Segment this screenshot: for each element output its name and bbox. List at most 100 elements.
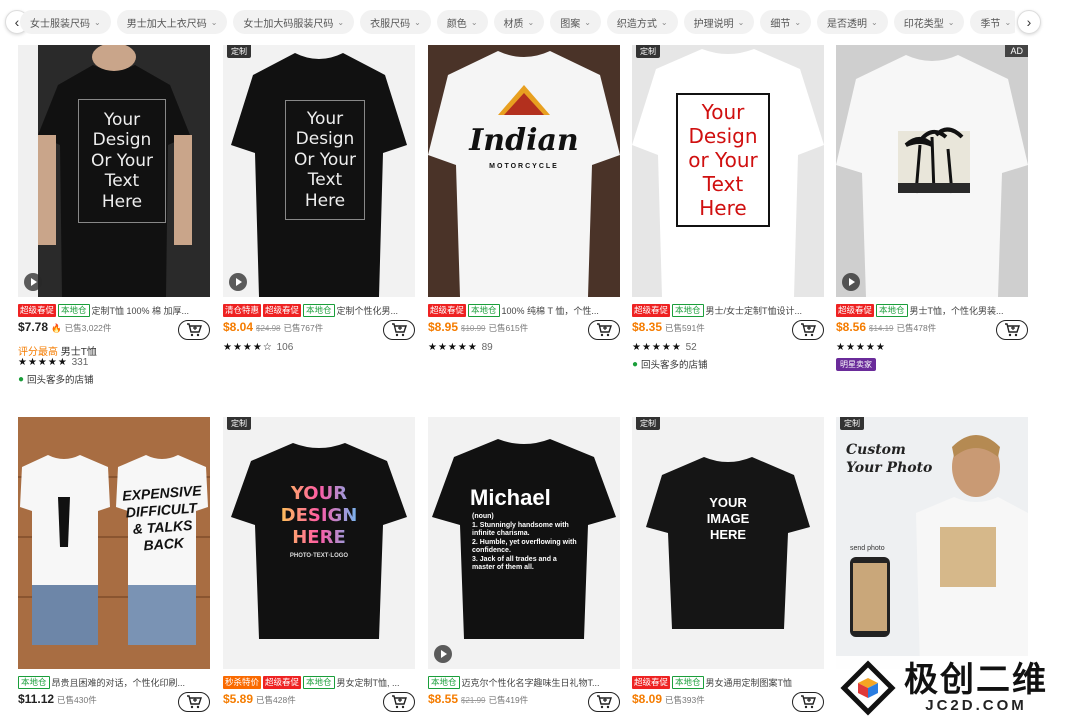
price-line: $8.55 $21.99 已售419件 bbox=[428, 692, 620, 714]
add-to-cart-button[interactable] bbox=[996, 320, 1028, 340]
filter-chip[interactable]: 织造方式 ⌄ bbox=[606, 10, 678, 34]
product-title[interactable]: 100% 纯棉 T 恤，个性... bbox=[502, 304, 599, 317]
black-tshirt-image bbox=[632, 417, 824, 669]
product-image[interactable]: 定制 Custom Your Photo send photo bbox=[836, 417, 1028, 669]
price: $7.78 bbox=[18, 320, 49, 334]
add-to-cart-button[interactable] bbox=[588, 692, 620, 712]
filter-chip[interactable]: 女士服装尺码 ⌄ bbox=[20, 10, 111, 34]
product-card[interactable]: Michael (noun) 1. Stunningly handsome wi… bbox=[428, 417, 620, 714]
chevron-down-icon: ⌄ bbox=[337, 17, 345, 27]
product-title[interactable]: 昂贵且困难的对话，个性化印刷... bbox=[52, 676, 186, 689]
product-title[interactable]: 男女定制T恤, ... bbox=[337, 676, 400, 689]
chevron-down-icon: ⌄ bbox=[414, 17, 421, 27]
chevron-down-icon: ⌄ bbox=[1004, 17, 1012, 27]
filter-chip[interactable]: 细节 ⌄ bbox=[760, 10, 812, 34]
product-title[interactable]: 男士T恤，个性化男装... bbox=[910, 304, 1004, 317]
product-image[interactable]: 定制 Your Design Or Your Text Here bbox=[223, 45, 415, 297]
tags-line: 清仓特惠 超级春促 本地仓 定制个性化男... bbox=[223, 302, 415, 318]
add-to-cart-button[interactable] bbox=[383, 692, 415, 712]
product-image[interactable]: Indian MOTORCYCLE bbox=[428, 45, 620, 297]
white-tshirt-image bbox=[428, 45, 620, 297]
product-image[interactable]: 定制 YOUR IMAGE HERE bbox=[632, 417, 824, 669]
scroll-right-arrow-icon[interactable]: › bbox=[1017, 10, 1041, 34]
product-image[interactable]: Michael (noun) 1. Stunningly handsome wi… bbox=[428, 417, 620, 669]
filter-chip-label: 衣服尺码 bbox=[370, 18, 411, 30]
add-to-cart-button[interactable] bbox=[792, 320, 824, 340]
filter-chip[interactable]: 颜色 ⌄ bbox=[436, 10, 488, 34]
filter-chip-label: 细节 bbox=[770, 18, 791, 30]
filter-chip[interactable]: 材质 ⌄ bbox=[493, 10, 545, 34]
cart-icon bbox=[801, 695, 816, 709]
stars-icon: ★★★★★ bbox=[18, 357, 68, 368]
price-line: $8.56 $14.19 已售478件 bbox=[836, 320, 1028, 342]
filter-chip-label: 女士加大码服装尺码 bbox=[243, 18, 334, 30]
store-line: ● 回头客多的店铺 bbox=[632, 357, 824, 372]
product-title[interactable]: 男士/女士定制T恤设计... bbox=[706, 304, 803, 317]
product-card[interactable]: 定制 Custom Your Photo send photo bbox=[836, 417, 1028, 669]
filter-chip-label: 季节 bbox=[980, 18, 1001, 30]
filter-chip[interactable]: 女士加大码服装尺码 ⌄ bbox=[233, 10, 355, 34]
add-to-cart-button[interactable] bbox=[792, 692, 824, 712]
price-line: $5.89 已售428件 bbox=[223, 692, 415, 714]
custom-badge: 定制 bbox=[636, 45, 660, 58]
product-card[interactable]: 定制 YOUR IMAGE HERE 超级春促 本地仓 男女通用定制图案T恤 $… bbox=[632, 417, 824, 714]
chevron-down-icon: ⌄ bbox=[527, 17, 535, 27]
chevron-down-icon: ⌄ bbox=[871, 17, 878, 27]
filter-chip[interactable]: 季节 ⌄ bbox=[970, 10, 1015, 34]
product-card[interactable]: AD 超级春促 本地仓 男士T恤，个性化男装... $8.56 $14.19 已… bbox=[836, 45, 1028, 371]
product-image[interactable]: Your Design Or Your Text Here bbox=[18, 45, 210, 297]
add-to-cart-button[interactable] bbox=[178, 692, 210, 712]
product-image[interactable]: AD bbox=[836, 45, 1028, 297]
play-video-icon[interactable] bbox=[24, 273, 42, 291]
cart-icon bbox=[187, 323, 202, 337]
filter-chip[interactable]: 衣服尺码 ⌄ bbox=[360, 10, 431, 34]
filter-chip-label: 是否透明 bbox=[827, 18, 868, 30]
play-video-icon[interactable] bbox=[229, 273, 247, 291]
filter-chip[interactable]: 图案 ⌄ bbox=[550, 10, 601, 34]
cart-icon bbox=[187, 695, 202, 709]
jc2d-logo-icon bbox=[840, 659, 896, 716]
sold-count: 已售767件 bbox=[283, 323, 324, 333]
old-price: $10.99 bbox=[461, 324, 486, 333]
product-card[interactable]: 定制 Your Design or Your Text Here 超级春促 本地… bbox=[632, 45, 824, 371]
product-image[interactable]: EXPENSIVE DIFFICULT & TALKS BACK bbox=[18, 417, 210, 669]
price-line: $7.78 🔥 已售3,022件 bbox=[18, 320, 210, 342]
play-video-icon[interactable] bbox=[434, 645, 452, 663]
add-to-cart-button[interactable] bbox=[178, 320, 210, 340]
filter-chip-label: 护理说明 bbox=[693, 18, 734, 30]
local-warehouse-tag: 本地仓 bbox=[876, 303, 908, 317]
tags-line: 本地仓 迈克尔个性化名字趣味生日礼物T... bbox=[428, 674, 620, 690]
product-card[interactable]: Indian MOTORCYCLE 超级春促 本地仓 100% 纯棉 T 恤，个… bbox=[428, 45, 620, 357]
chevron-down-icon: ⌄ bbox=[794, 17, 802, 27]
add-to-cart-button[interactable] bbox=[588, 320, 620, 340]
filter-chip-label: 女士服装尺码 bbox=[30, 18, 90, 30]
promo-tag: 超级春促 bbox=[263, 675, 302, 689]
price: $8.95 bbox=[428, 320, 459, 334]
promo-tag: 超级春促 bbox=[18, 303, 57, 317]
tags-line: 本地仓 昂贵且困难的对话，个性化印刷... bbox=[18, 674, 210, 690]
product-title[interactable]: 定制T恤 100% 棉 加厚... bbox=[92, 304, 190, 317]
play-video-icon[interactable] bbox=[842, 273, 860, 291]
filter-chip[interactable]: 是否透明 ⌄ bbox=[817, 10, 888, 34]
filter-chip-label: 男士加大上衣尺码 bbox=[126, 18, 207, 30]
palm-tree-tshirt-image bbox=[836, 45, 1028, 297]
product-card[interactable]: EXPENSIVE DIFFICULT & TALKS BACK 本地仓 昂贵且… bbox=[18, 417, 210, 714]
product-card[interactable]: 定制 Your Design Or Your Text Here 清仓特惠 超级… bbox=[223, 45, 415, 357]
filter-chip[interactable]: 护理说明 ⌄ bbox=[683, 10, 755, 34]
price: $8.35 bbox=[632, 320, 663, 334]
add-to-cart-button[interactable] bbox=[383, 320, 415, 340]
product-card[interactable]: Your Design Or Your Text Here 超级春促 本地仓 定… bbox=[18, 45, 210, 386]
product-image[interactable]: 定制 Your Design or Your Text Here bbox=[632, 45, 824, 297]
filter-chip[interactable]: 男士加大上衣尺码 ⌄ bbox=[116, 10, 228, 34]
motorcycle-text: MOTORCYCLE bbox=[489, 163, 559, 170]
your-design-here-text: YOUR DESIGN HERE bbox=[273, 483, 365, 549]
flash-sale-tag: 秒杀特价 bbox=[223, 675, 262, 689]
product-card[interactable]: 定制 YOUR DESIGN HERE PHOTO·TEXT·LOGO 秒杀特价… bbox=[223, 417, 415, 714]
product-image[interactable]: 定制 YOUR DESIGN HERE PHOTO·TEXT·LOGO bbox=[223, 417, 415, 669]
chevron-down-icon: ⌄ bbox=[660, 17, 668, 27]
promo-tag: 超级春促 bbox=[632, 303, 671, 317]
product-title[interactable]: 男女通用定制图案T恤 bbox=[706, 676, 793, 689]
filter-chip[interactable]: 印花类型 ⌄ bbox=[893, 10, 965, 34]
product-title[interactable]: 定制个性化男... bbox=[337, 304, 399, 317]
product-title[interactable]: 迈克尔个性化名字趣味生日礼物T... bbox=[462, 676, 600, 689]
